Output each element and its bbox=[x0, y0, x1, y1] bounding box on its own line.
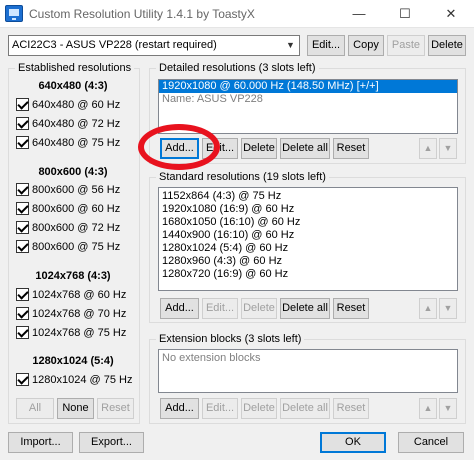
list-item[interactable]: 1152x864 (4:3) @ 75 Hz bbox=[159, 190, 457, 203]
detailed-resolutions-list[interactable]: 1920x1080 @ 60.000 Hz (148.50 MHz) [+/+]… bbox=[158, 79, 458, 134]
checkbox-640x480-75[interactable]: 640x480 @ 75 Hz bbox=[16, 135, 120, 150]
monitor-paste-button[interactable]: Paste bbox=[387, 35, 425, 56]
minimize-button[interactable]: — bbox=[336, 0, 382, 28]
move-up-icon[interactable]: ▲ bbox=[419, 298, 437, 319]
standard-reset-button[interactable]: Reset bbox=[333, 298, 369, 319]
checkbox-checked-icon bbox=[16, 98, 29, 111]
checkbox-checked-icon bbox=[16, 183, 29, 196]
monitor-delete-button[interactable]: Delete bbox=[428, 35, 466, 56]
extension-add-button[interactable]: Add... bbox=[160, 398, 199, 419]
move-down-icon[interactable]: ▼ bbox=[439, 138, 457, 159]
list-item[interactable]: 1280x960 (4:3) @ 60 Hz bbox=[159, 255, 457, 268]
established-all-button[interactable]: All bbox=[16, 398, 54, 419]
monitor-select[interactable]: ACI22C3 - ASUS VP228 (restart required) … bbox=[8, 35, 300, 56]
checkbox-label: 1024x768 @ 70 Hz bbox=[32, 307, 127, 320]
detailed-delete-all-button[interactable]: Delete all bbox=[280, 138, 330, 159]
checkbox-640x480-72[interactable]: 640x480 @ 72 Hz bbox=[16, 116, 120, 131]
ok-button[interactable]: OK bbox=[320, 432, 386, 453]
list-item[interactable]: 1440x900 (16:10) @ 60 Hz bbox=[159, 229, 457, 242]
move-down-icon[interactable]: ▼ bbox=[439, 298, 457, 319]
established-reset-button[interactable]: Reset bbox=[97, 398, 134, 419]
detailed-resolutions-title: Detailed resolutions (3 slots left) bbox=[156, 62, 319, 74]
highlight-ring-annotation bbox=[138, 124, 220, 170]
checkbox-label: 800x600 @ 75 Hz bbox=[32, 240, 121, 253]
extension-blocks-list[interactable]: No extension blocks bbox=[158, 349, 458, 393]
standard-resolutions-list[interactable]: 1152x864 (4:3) @ 75 Hz 1920x1080 (16:9) … bbox=[158, 187, 458, 291]
import-button[interactable]: Import... bbox=[8, 432, 73, 453]
list-item[interactable]: 1680x1050 (16:10) @ 60 Hz bbox=[159, 216, 457, 229]
move-up-icon[interactable]: ▲ bbox=[419, 398, 437, 419]
checkbox-checked-icon bbox=[16, 307, 29, 320]
checkbox-800x600-75[interactable]: 800x600 @ 75 Hz bbox=[16, 239, 120, 254]
checkbox-label: 800x600 @ 60 Hz bbox=[32, 202, 121, 215]
checkbox-1024x768-75[interactable]: 1024x768 @ 75 Hz bbox=[16, 325, 126, 340]
checkbox-label: 800x600 @ 72 Hz bbox=[32, 221, 121, 234]
checkbox-640x480-60[interactable]: 640x480 @ 60 Hz bbox=[16, 97, 120, 112]
checkbox-label: 1280x1024 @ 75 Hz bbox=[32, 373, 133, 386]
list-item[interactable]: 1920x1080 @ 60.000 Hz (148.50 MHz) [+/+] bbox=[159, 80, 457, 93]
export-button[interactable]: Export... bbox=[79, 432, 144, 453]
move-down-icon[interactable]: ▼ bbox=[439, 398, 457, 419]
extension-delete-button[interactable]: Delete bbox=[241, 398, 277, 419]
list-item: No extension blocks bbox=[162, 352, 261, 364]
standard-resolutions-title: Standard resolutions (19 slots left) bbox=[156, 171, 329, 183]
checkbox-800x600-72[interactable]: 800x600 @ 72 Hz bbox=[16, 220, 120, 235]
checkbox-checked-icon bbox=[16, 373, 29, 386]
group-header-1024x768: 1024x768 (4:3) bbox=[35, 270, 111, 282]
monitor-app-icon bbox=[5, 5, 23, 22]
extension-delete-all-button[interactable]: Delete all bbox=[280, 398, 330, 419]
group-header-640x480: 640x480 (4:3) bbox=[38, 80, 108, 92]
established-resolutions-title: Established resolutions bbox=[15, 62, 135, 74]
standard-edit-button[interactable]: Edit... bbox=[202, 298, 238, 319]
standard-delete-all-button[interactable]: Delete all bbox=[280, 298, 330, 319]
checkbox-label: 640x480 @ 72 Hz bbox=[32, 117, 121, 130]
group-header-1280x1024: 1280x1024 (5:4) bbox=[32, 355, 114, 367]
list-item[interactable]: 1280x720 (16:9) @ 60 Hz bbox=[159, 268, 457, 281]
title-bar: Custom Resolution Utility 1.4.1 by Toast… bbox=[0, 0, 474, 28]
list-item[interactable]: 1920x1080 (16:9) @ 60 Hz bbox=[159, 203, 457, 216]
checkbox-label: 800x600 @ 56 Hz bbox=[32, 183, 121, 196]
maximize-button[interactable]: ☐ bbox=[382, 0, 428, 28]
monitor-edit-button[interactable]: Edit... bbox=[307, 35, 345, 56]
checkbox-800x600-56[interactable]: 800x600 @ 56 Hz bbox=[16, 182, 120, 197]
close-window-button[interactable]: ✕ bbox=[428, 0, 474, 28]
monitor-select-value: ACI22C3 - ASUS VP228 (restart required) bbox=[12, 39, 217, 51]
checkbox-label: 1024x768 @ 60 Hz bbox=[32, 288, 127, 301]
move-up-icon[interactable]: ▲ bbox=[419, 138, 437, 159]
standard-delete-button[interactable]: Delete bbox=[241, 298, 277, 319]
checkbox-checked-icon bbox=[16, 117, 29, 130]
chevron-down-icon: ▼ bbox=[286, 40, 295, 50]
monitor-copy-button[interactable]: Copy bbox=[348, 35, 384, 56]
checkbox-checked-icon bbox=[16, 136, 29, 149]
extension-edit-button[interactable]: Edit... bbox=[202, 398, 238, 419]
extension-reset-button[interactable]: Reset bbox=[333, 398, 369, 419]
checkbox-label: 1024x768 @ 75 Hz bbox=[32, 326, 127, 339]
checkbox-checked-icon bbox=[16, 202, 29, 215]
detailed-reset-button[interactable]: Reset bbox=[333, 138, 369, 159]
list-item[interactable]: 1280x1024 (5:4) @ 60 Hz bbox=[159, 242, 457, 255]
checkbox-checked-icon bbox=[16, 326, 29, 339]
extension-blocks-title: Extension blocks (3 slots left) bbox=[156, 333, 305, 345]
checkbox-800x600-60[interactable]: 800x600 @ 60 Hz bbox=[16, 201, 120, 216]
checkbox-checked-icon bbox=[16, 288, 29, 301]
detailed-delete-button[interactable]: Delete bbox=[241, 138, 277, 159]
checkbox-label: 640x480 @ 75 Hz bbox=[32, 136, 121, 149]
standard-add-button[interactable]: Add... bbox=[160, 298, 199, 319]
checkbox-1024x768-60[interactable]: 1024x768 @ 60 Hz bbox=[16, 287, 126, 302]
checkbox-checked-icon bbox=[16, 240, 29, 253]
group-header-800x600: 800x600 (4:3) bbox=[38, 166, 108, 178]
established-none-button[interactable]: None bbox=[57, 398, 94, 419]
checkbox-checked-icon bbox=[16, 221, 29, 234]
window-title: Custom Resolution Utility 1.4.1 by Toast… bbox=[29, 7, 255, 21]
checkbox-label: 640x480 @ 60 Hz bbox=[32, 98, 121, 111]
cancel-button[interactable]: Cancel bbox=[398, 432, 464, 453]
checkbox-1280x1024-75[interactable]: 1280x1024 @ 75 Hz bbox=[16, 372, 132, 387]
list-item[interactable]: Name: ASUS VP228 bbox=[159, 93, 457, 106]
checkbox-1024x768-70[interactable]: 1024x768 @ 70 Hz bbox=[16, 306, 126, 321]
